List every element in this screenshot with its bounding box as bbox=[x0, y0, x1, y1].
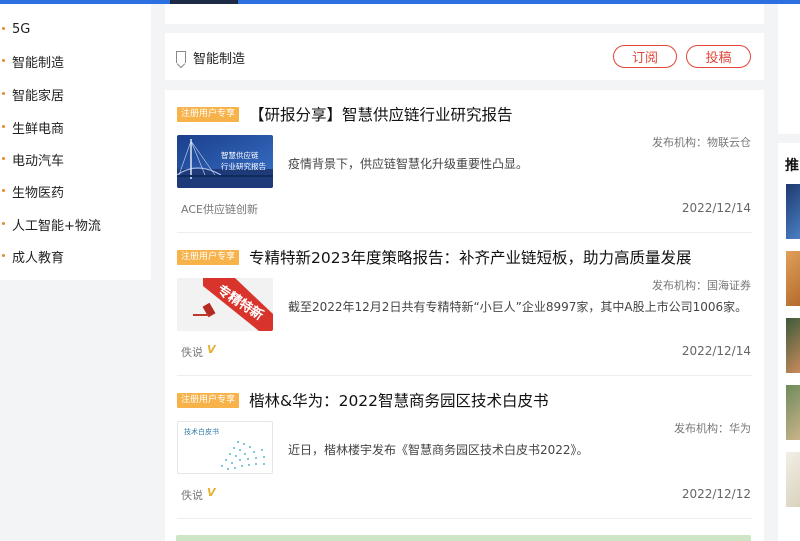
article-card[interactable]: 注册用户专享 【研报分享】智慧供应链行业研究报告 智慧供应链 行业研究报告 发布… bbox=[165, 90, 764, 233]
article-title[interactable]: 【研报分享】智慧供应链行业研究报告 bbox=[249, 103, 513, 125]
bullet-icon bbox=[2, 27, 5, 30]
submit-button[interactable]: 投稿 bbox=[686, 45, 751, 68]
registered-user-badge: 注册用户专享 bbox=[177, 107, 240, 122]
channel-header: 智能制造 订阅 投稿 bbox=[165, 33, 764, 80]
next-article-thumbnail[interactable] bbox=[176, 535, 751, 541]
registered-user-badge: 注册用户专享 bbox=[177, 250, 240, 265]
right-column-card bbox=[778, 4, 800, 134]
recommendation-thumbnail[interactable] bbox=[786, 318, 800, 373]
publish-date: 2022/12/12 bbox=[681, 487, 751, 501]
sidebar-item-5g[interactable]: 5G bbox=[0, 17, 151, 41]
article-feed: 注册用户专享 【研报分享】智慧供应链行业研究报告 智慧供应链 行业研究报告 发布… bbox=[165, 90, 764, 541]
sidebar-item-label: 人工智能+物流 bbox=[12, 218, 101, 234]
previous-card-remnant bbox=[165, 4, 764, 24]
registered-user-badge: 注册用户专享 bbox=[177, 393, 240, 408]
sidebar-item-fresh-ecommerce[interactable]: 生鲜电商 bbox=[0, 115, 151, 139]
sidebar-item-electric-vehicles[interactable]: 电动汽车 bbox=[0, 147, 151, 171]
bullet-icon bbox=[2, 125, 5, 128]
bookmark-icon bbox=[176, 51, 186, 63]
channel-name: 智能制造 bbox=[193, 52, 246, 67]
article-thumbnail[interactable]: 技术白皮书 bbox=[177, 421, 273, 474]
author-name[interactable]: 佚说 bbox=[181, 487, 203, 503]
sidebar-item-label: 智能制造 bbox=[12, 55, 65, 71]
article-card[interactable]: 注册用户专享 楷林&华为：2022智慧商务园区技术白皮书 技术白皮书 发布机构：… bbox=[165, 376, 764, 519]
category-sidebar: 5G 智能制造 智能家居 生鲜电商 电动汽车 生物医药 人工智能+物流 成人教育 bbox=[0, 4, 151, 280]
sidebar-item-smart-manufacturing[interactable]: 智能制造 bbox=[0, 49, 151, 73]
bullet-icon bbox=[2, 92, 5, 95]
publisher-label: 发布机构：物联云仓 bbox=[652, 136, 751, 149]
recommendation-thumbnail[interactable] bbox=[786, 251, 800, 306]
article-thumbnail[interactable]: 专精特新 bbox=[177, 278, 273, 331]
publish-date: 2022/12/14 bbox=[681, 201, 751, 215]
sidebar-item-adult-education[interactable]: 成人教育 bbox=[0, 244, 151, 268]
bullet-icon bbox=[2, 189, 5, 192]
article-card[interactable]: 注册用户专享 专精特新2023年度策略报告：补齐产业链短板，助力高质量发展 专精… bbox=[165, 233, 764, 376]
verified-icon: V bbox=[207, 486, 216, 499]
thumbnail-text: 技术白皮书 bbox=[184, 428, 219, 436]
sidebar-item-label: 5G bbox=[12, 21, 31, 37]
subscribe-button[interactable]: 订阅 bbox=[613, 45, 677, 68]
recommendation-thumbnail[interactable] bbox=[786, 184, 800, 239]
article-summary: 近日，楷林楼宇发布《智慧商务园区技术白皮书2022》。 bbox=[288, 443, 589, 457]
verified-icon: V bbox=[207, 343, 216, 356]
author-name[interactable]: ACE供应链创新 bbox=[181, 201, 258, 217]
recommendation-thumbnail[interactable] bbox=[786, 452, 800, 507]
article-title[interactable]: 专精特新2023年度策略报告：补齐产业链短板，助力高质量发展 bbox=[249, 246, 691, 268]
bullet-icon bbox=[2, 59, 5, 62]
article-thumbnail[interactable]: 智慧供应链 行业研究报告 bbox=[177, 135, 273, 188]
sidebar-item-label: 生物医药 bbox=[12, 185, 65, 201]
article-title[interactable]: 楷林&华为：2022智慧商务园区技术白皮书 bbox=[249, 389, 549, 411]
sidebar-item-smart-home[interactable]: 智能家居 bbox=[0, 82, 151, 106]
sidebar-item-ai-logistics[interactable]: 人工智能+物流 bbox=[0, 212, 151, 236]
publisher-label: 发布机构：国海证券 bbox=[652, 279, 751, 292]
divider bbox=[177, 518, 752, 519]
publish-date: 2022/12/14 bbox=[681, 344, 751, 358]
thumbnail-text: 智慧供应链 bbox=[221, 151, 259, 160]
sidebar-item-label: 生鲜电商 bbox=[12, 121, 65, 137]
bullet-icon bbox=[2, 157, 5, 160]
bullet-icon bbox=[2, 254, 5, 257]
sidebar-item-label: 智能家居 bbox=[12, 88, 65, 104]
recommendation-thumbnail[interactable] bbox=[786, 385, 800, 440]
article-summary: 截至2022年12月2日共有专精特新“小巨人”企业8997家，其中A股上市公司1… bbox=[288, 300, 748, 314]
sidebar-item-biomedicine[interactable]: 生物医药 bbox=[0, 179, 151, 203]
bullet-icon bbox=[2, 222, 5, 225]
recommendation-heading: 推 bbox=[785, 158, 799, 174]
sidebar-item-label: 电动汽车 bbox=[12, 153, 65, 169]
sidebar-item-label: 成人教育 bbox=[12, 250, 65, 266]
article-summary: 疫情背景下，供应链智慧化升级重要性凸显。 bbox=[288, 157, 529, 171]
author-name[interactable]: 佚说 bbox=[181, 344, 203, 360]
publisher-label: 发布机构：华为 bbox=[674, 422, 751, 435]
thumbnail-text: 行业研究报告 bbox=[221, 162, 266, 171]
